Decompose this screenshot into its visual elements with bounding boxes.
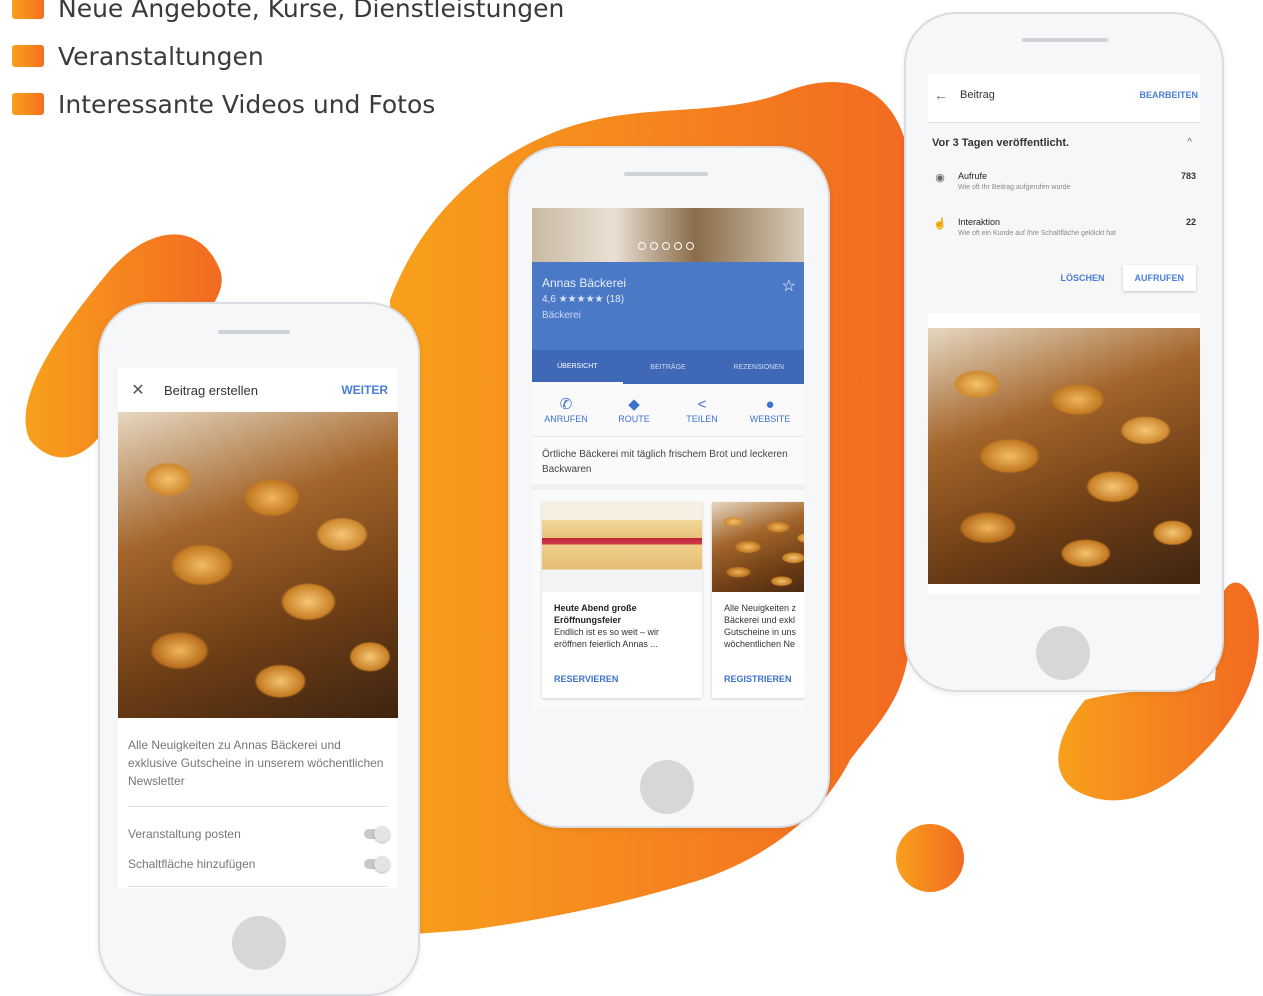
cake-photo bbox=[542, 502, 702, 592]
call-button[interactable]: ✆ ANRUFEN bbox=[532, 384, 600, 436]
post-card[interactable]: Heute Abend große Eröffnungsfeier Endlic… bbox=[542, 502, 702, 698]
toggle-button[interactable]: Schaltfläche hinzufügen bbox=[128, 850, 390, 878]
next-button[interactable]: WEITER bbox=[341, 383, 388, 397]
bullet-square-icon bbox=[12, 93, 44, 115]
chevron-up-icon[interactable]: ^ bbox=[1187, 137, 1192, 148]
post-title: Beitrag bbox=[960, 89, 995, 101]
stat-desc: Wie oft Ihr Beitrag aufgerufen wurde bbox=[958, 184, 1071, 191]
toggle-switch[interactable] bbox=[364, 826, 390, 842]
croissant-photo bbox=[712, 502, 804, 592]
croissant-photo bbox=[928, 328, 1200, 584]
route-label: ROUTE bbox=[618, 414, 650, 424]
stat-value: 783 bbox=[1180, 171, 1196, 181]
post-card-body: Endlich ist es so weit – wir eröffnen fe… bbox=[554, 627, 660, 649]
call-label: ANRUFEN bbox=[544, 414, 588, 424]
phone-create-post: ✕ Beitrag erstellen WEITER Alle Neuigkei… bbox=[98, 302, 420, 996]
phone-post-insights: ← Beitrag BEARBEITEN Vor 3 Tagen veröffe… bbox=[904, 12, 1224, 692]
tab-posts[interactable]: BEITRÄGE bbox=[623, 350, 714, 384]
insights-panel: Vor 3 Tagen veröffentlicht. ^ ◉ Aufrufe … bbox=[928, 122, 1200, 313]
business-photo bbox=[532, 208, 804, 262]
post-text[interactable]: Alle Neuigkeiten zu Annas Bäckerei und e… bbox=[128, 736, 388, 790]
phone-icon: ✆ bbox=[559, 396, 573, 413]
home-button bbox=[232, 916, 286, 970]
business-rating: 4,6 ★★★★★ (18) bbox=[542, 294, 625, 305]
phone-speaker bbox=[1022, 38, 1108, 42]
stat-value: 22 bbox=[1185, 217, 1196, 227]
feature-item: Veranstaltungen bbox=[12, 32, 564, 80]
business-name: Annas Bäckerei bbox=[542, 276, 627, 290]
home-button bbox=[1036, 626, 1090, 680]
website-label: WEBSITE bbox=[749, 414, 791, 424]
route-button[interactable]: ◆ ROUTE bbox=[600, 384, 668, 436]
divider bbox=[128, 806, 388, 807]
business-description: Örtliche Bäckerei mit täglich frischem B… bbox=[532, 436, 804, 490]
photo-pager[interactable] bbox=[638, 242, 694, 250]
toggle-switch[interactable] bbox=[364, 856, 390, 872]
star-icon[interactable]: ☆ bbox=[782, 276, 796, 296]
published-info: Vor 3 Tagen veröffentlicht. bbox=[932, 137, 1070, 149]
business-header: Annas Bäckerei 4,6 ★★★★★ (18) Bäckerei ☆ bbox=[532, 262, 804, 350]
phone-business-listing: Annas Bäckerei 4,6 ★★★★★ (18) Bäckerei ☆… bbox=[508, 146, 830, 828]
stat-label: Aufrufe bbox=[958, 171, 988, 181]
directions-icon: ◆ bbox=[628, 396, 640, 413]
post-card[interactable]: Alle Neuigkeiten z Bäckerei und exkl Gut… bbox=[712, 502, 804, 698]
share-label: TEILEN bbox=[686, 414, 718, 424]
post-card-title: Heute Abend große Eröffnungsfeier bbox=[554, 603, 637, 625]
create-post-header: ✕ Beitrag erstellen WEITER bbox=[118, 368, 398, 412]
register-button[interactable]: REGISTRIEREN bbox=[724, 674, 792, 684]
feature-item: Interessante Videos und Fotos bbox=[12, 80, 564, 128]
home-button bbox=[640, 760, 694, 814]
create-post-title: Beitrag erstellen bbox=[164, 382, 258, 398]
share-icon: < bbox=[697, 396, 707, 413]
bullet-square-icon bbox=[12, 45, 44, 67]
post-card-body: Alle Neuigkeiten z Bäckerei und exkl Gut… bbox=[724, 603, 797, 649]
tab-reviews[interactable]: REZENSIONEN bbox=[713, 350, 804, 384]
globe-icon: ● bbox=[765, 396, 775, 413]
action-bar: ✆ ANRUFEN ◆ ROUTE < TEILEN ● WEBSITE bbox=[532, 384, 804, 436]
create-post-screen: ✕ Beitrag erstellen WEITER Alle Neuigkei… bbox=[118, 368, 398, 888]
bullet-square-icon bbox=[12, 0, 44, 19]
website-button[interactable]: ● WEBSITE bbox=[736, 384, 804, 436]
feature-text: Veranstaltungen bbox=[58, 41, 264, 71]
phone-speaker bbox=[624, 172, 708, 176]
feature-item: Neue Angebote, Kurse, Dienstleistungen bbox=[12, 0, 564, 32]
reserve-button[interactable]: RESERVIEREN bbox=[554, 674, 618, 684]
small-circle bbox=[896, 824, 964, 892]
tab-overview[interactable]: ÜBERSICHT bbox=[532, 350, 623, 384]
toggle-button-label: Schaltfläche hinzufügen bbox=[128, 857, 256, 871]
toggle-event[interactable]: Veranstaltung posten bbox=[128, 820, 390, 848]
phone-speaker bbox=[218, 330, 290, 334]
back-arrow-icon[interactable]: ← bbox=[928, 87, 954, 103]
eye-icon: ◉ bbox=[935, 172, 945, 184]
stat-desc: Wie oft ein Kunde auf Ihre Schaltfläche … bbox=[958, 230, 1116, 237]
stat-label: Interaktion bbox=[958, 217, 1001, 227]
feature-text: Interessante Videos und Fotos bbox=[58, 89, 436, 119]
close-icon[interactable]: ✕ bbox=[122, 380, 154, 400]
feature-text: Neue Angebote, Kurse, Dienstleistungen bbox=[58, 0, 565, 23]
edit-button[interactable]: BEARBEITEN bbox=[1139, 90, 1198, 100]
touch-icon: ☝ bbox=[933, 218, 947, 230]
croissant-photo bbox=[118, 412, 398, 718]
delete-button[interactable]: LÖSCHEN bbox=[1050, 267, 1114, 289]
listing-screen: Annas Bäckerei 4,6 ★★★★★ (18) Bäckerei ☆… bbox=[532, 208, 804, 708]
business-category: Bäckerei bbox=[542, 310, 581, 321]
post-header: ← Beitrag BEARBEITEN bbox=[928, 74, 1200, 116]
divider bbox=[128, 886, 388, 887]
share-button[interactable]: < TEILEN bbox=[668, 384, 736, 436]
open-button[interactable]: AUFRUFEN bbox=[1122, 265, 1196, 291]
listing-tabs: ÜBERSICHT BEITRÄGE REZENSIONEN bbox=[532, 350, 804, 384]
post-screen: ← Beitrag BEARBEITEN Vor 3 Tagen veröffe… bbox=[928, 74, 1200, 594]
post-actions: LÖSCHEN AUFRUFEN bbox=[1050, 265, 1196, 291]
toggle-event-label: Veranstaltung posten bbox=[128, 827, 241, 841]
feature-list: Neue Angebote, Kurse, Dienstleistungen V… bbox=[12, 0, 564, 128]
